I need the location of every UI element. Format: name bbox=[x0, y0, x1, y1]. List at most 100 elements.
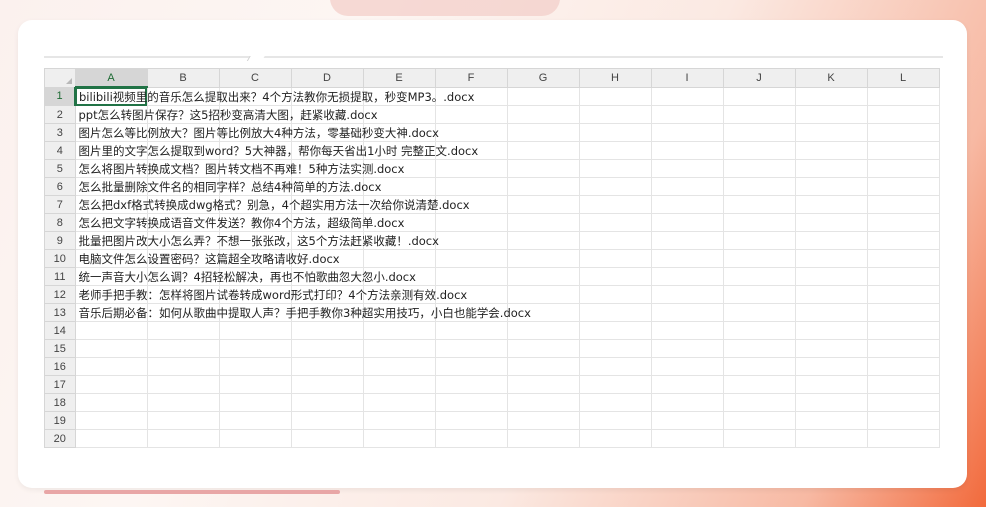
cell-a6[interactable]: 怎么批量删除文件名的相同字样？总结4种简单的方法.docx bbox=[74, 177, 381, 196]
cell-a12[interactable]: 老师手把手教：怎样将图片试卷转成word形式打印？4个方法亲测有效.docx bbox=[74, 285, 467, 304]
row-header[interactable]: 19 bbox=[44, 411, 76, 430]
cell-l13[interactable] bbox=[866, 303, 940, 322]
cell-e15[interactable] bbox=[362, 339, 436, 358]
cell-a2[interactable]: ppt怎么转图片保存？这5招秒变高清大图，赶紧收藏.docx bbox=[74, 105, 378, 124]
cell-f18[interactable] bbox=[434, 393, 508, 412]
cell-g8[interactable] bbox=[506, 213, 580, 232]
cell-a14[interactable] bbox=[74, 321, 148, 340]
cell-i16[interactable] bbox=[650, 357, 724, 376]
cell-l7[interactable] bbox=[866, 195, 940, 214]
cell-a7[interactable]: 怎么把dxf格式转换成dwg格式？别急，4个超实用方法一次给你说清楚.docx bbox=[74, 195, 470, 214]
column-header-h[interactable]: H bbox=[578, 68, 652, 88]
cell-e10[interactable] bbox=[362, 249, 436, 268]
cell-k6[interactable] bbox=[794, 177, 868, 196]
cell-e14[interactable] bbox=[362, 321, 436, 340]
cell-i4[interactable] bbox=[650, 141, 724, 160]
cell-c14[interactable] bbox=[218, 321, 292, 340]
cell-k10[interactable] bbox=[794, 249, 868, 268]
cell-k20[interactable] bbox=[794, 429, 868, 448]
cell-k2[interactable] bbox=[794, 105, 868, 124]
cell-h13[interactable] bbox=[578, 303, 652, 322]
column-header-f[interactable]: F bbox=[434, 68, 508, 88]
cell-g20[interactable] bbox=[506, 429, 580, 448]
row-header[interactable]: 16 bbox=[44, 357, 76, 376]
row-header[interactable]: 3 bbox=[44, 123, 76, 142]
row-header[interactable]: 18 bbox=[44, 393, 76, 412]
row-header[interactable]: 11 bbox=[44, 267, 76, 286]
cell-f14[interactable] bbox=[434, 321, 508, 340]
cell-i19[interactable] bbox=[650, 411, 724, 430]
cell-j17[interactable] bbox=[722, 375, 796, 394]
cell-i20[interactable] bbox=[650, 429, 724, 448]
cell-a15[interactable] bbox=[74, 339, 148, 358]
cell-g12[interactable] bbox=[506, 285, 580, 304]
cell-i6[interactable] bbox=[650, 177, 724, 196]
row-header[interactable]: 15 bbox=[44, 339, 76, 358]
cell-f20[interactable] bbox=[434, 429, 508, 448]
cell-i3[interactable] bbox=[650, 123, 724, 142]
cell-f19[interactable] bbox=[434, 411, 508, 430]
cell-j6[interactable] bbox=[722, 177, 796, 196]
cell-d18[interactable] bbox=[290, 393, 364, 412]
cell-h5[interactable] bbox=[578, 159, 652, 178]
cell-i11[interactable] bbox=[650, 267, 724, 286]
column-header-l[interactable]: L bbox=[866, 68, 940, 88]
cell-h10[interactable] bbox=[578, 249, 652, 268]
cell-l5[interactable] bbox=[866, 159, 940, 178]
cell-f8[interactable] bbox=[434, 213, 508, 232]
cell-b17[interactable] bbox=[146, 375, 220, 394]
row-header[interactable]: 5 bbox=[44, 159, 76, 178]
cell-g2[interactable] bbox=[506, 105, 580, 124]
cell-k14[interactable] bbox=[794, 321, 868, 340]
cell-k17[interactable] bbox=[794, 375, 868, 394]
cell-l8[interactable] bbox=[866, 213, 940, 232]
row-header[interactable]: 2 bbox=[44, 105, 76, 124]
cell-l17[interactable] bbox=[866, 375, 940, 394]
cell-h18[interactable] bbox=[578, 393, 652, 412]
cell-a5[interactable]: 怎么将图片转换成文档？图片转文档不再难！5种方法实测.docx bbox=[74, 159, 404, 178]
row-header[interactable]: 12 bbox=[44, 285, 76, 304]
cell-f6[interactable] bbox=[434, 177, 508, 196]
cell-l6[interactable] bbox=[866, 177, 940, 196]
cell-e19[interactable] bbox=[362, 411, 436, 430]
cell-a20[interactable] bbox=[74, 429, 148, 448]
row-header[interactable]: 14 bbox=[44, 321, 76, 340]
cell-h2[interactable] bbox=[578, 105, 652, 124]
cell-h4[interactable] bbox=[578, 141, 652, 160]
cell-g4[interactable] bbox=[506, 141, 580, 160]
cell-f15[interactable] bbox=[434, 339, 508, 358]
cell-a3[interactable]: 图片怎么等比例放大？图片等比例放大4种方法，零基础秒变大神.docx bbox=[74, 123, 439, 142]
cell-c16[interactable] bbox=[218, 357, 292, 376]
row-header[interactable]: 8 bbox=[44, 213, 76, 232]
cell-j10[interactable] bbox=[722, 249, 796, 268]
cell-l3[interactable] bbox=[866, 123, 940, 142]
cell-k4[interactable] bbox=[794, 141, 868, 160]
cell-c19[interactable] bbox=[218, 411, 292, 430]
cell-d14[interactable] bbox=[290, 321, 364, 340]
cell-a1[interactable]: bilibili视频里的音乐怎么提取出来？4个方法教你无损提取，秒变MP3。.d… bbox=[74, 86, 474, 106]
cell-g9[interactable] bbox=[506, 231, 580, 250]
column-header-k[interactable]: K bbox=[794, 68, 868, 88]
cell-a19[interactable] bbox=[74, 411, 148, 430]
cell-h1[interactable] bbox=[578, 86, 652, 106]
cell-k9[interactable] bbox=[794, 231, 868, 250]
column-header-g[interactable]: G bbox=[506, 68, 580, 88]
cell-j5[interactable] bbox=[722, 159, 796, 178]
cell-d15[interactable] bbox=[290, 339, 364, 358]
cell-b18[interactable] bbox=[146, 393, 220, 412]
cell-l18[interactable] bbox=[866, 393, 940, 412]
cell-f2[interactable] bbox=[434, 105, 508, 124]
cell-h9[interactable] bbox=[578, 231, 652, 250]
cell-h17[interactable] bbox=[578, 375, 652, 394]
cell-h12[interactable] bbox=[578, 285, 652, 304]
cell-g5[interactable] bbox=[506, 159, 580, 178]
cell-k13[interactable] bbox=[794, 303, 868, 322]
cell-j2[interactable] bbox=[722, 105, 796, 124]
cell-h11[interactable] bbox=[578, 267, 652, 286]
cell-g16[interactable] bbox=[506, 357, 580, 376]
cell-i10[interactable] bbox=[650, 249, 724, 268]
cell-g19[interactable] bbox=[506, 411, 580, 430]
cell-d16[interactable] bbox=[290, 357, 364, 376]
cell-h20[interactable] bbox=[578, 429, 652, 448]
cell-c20[interactable] bbox=[218, 429, 292, 448]
